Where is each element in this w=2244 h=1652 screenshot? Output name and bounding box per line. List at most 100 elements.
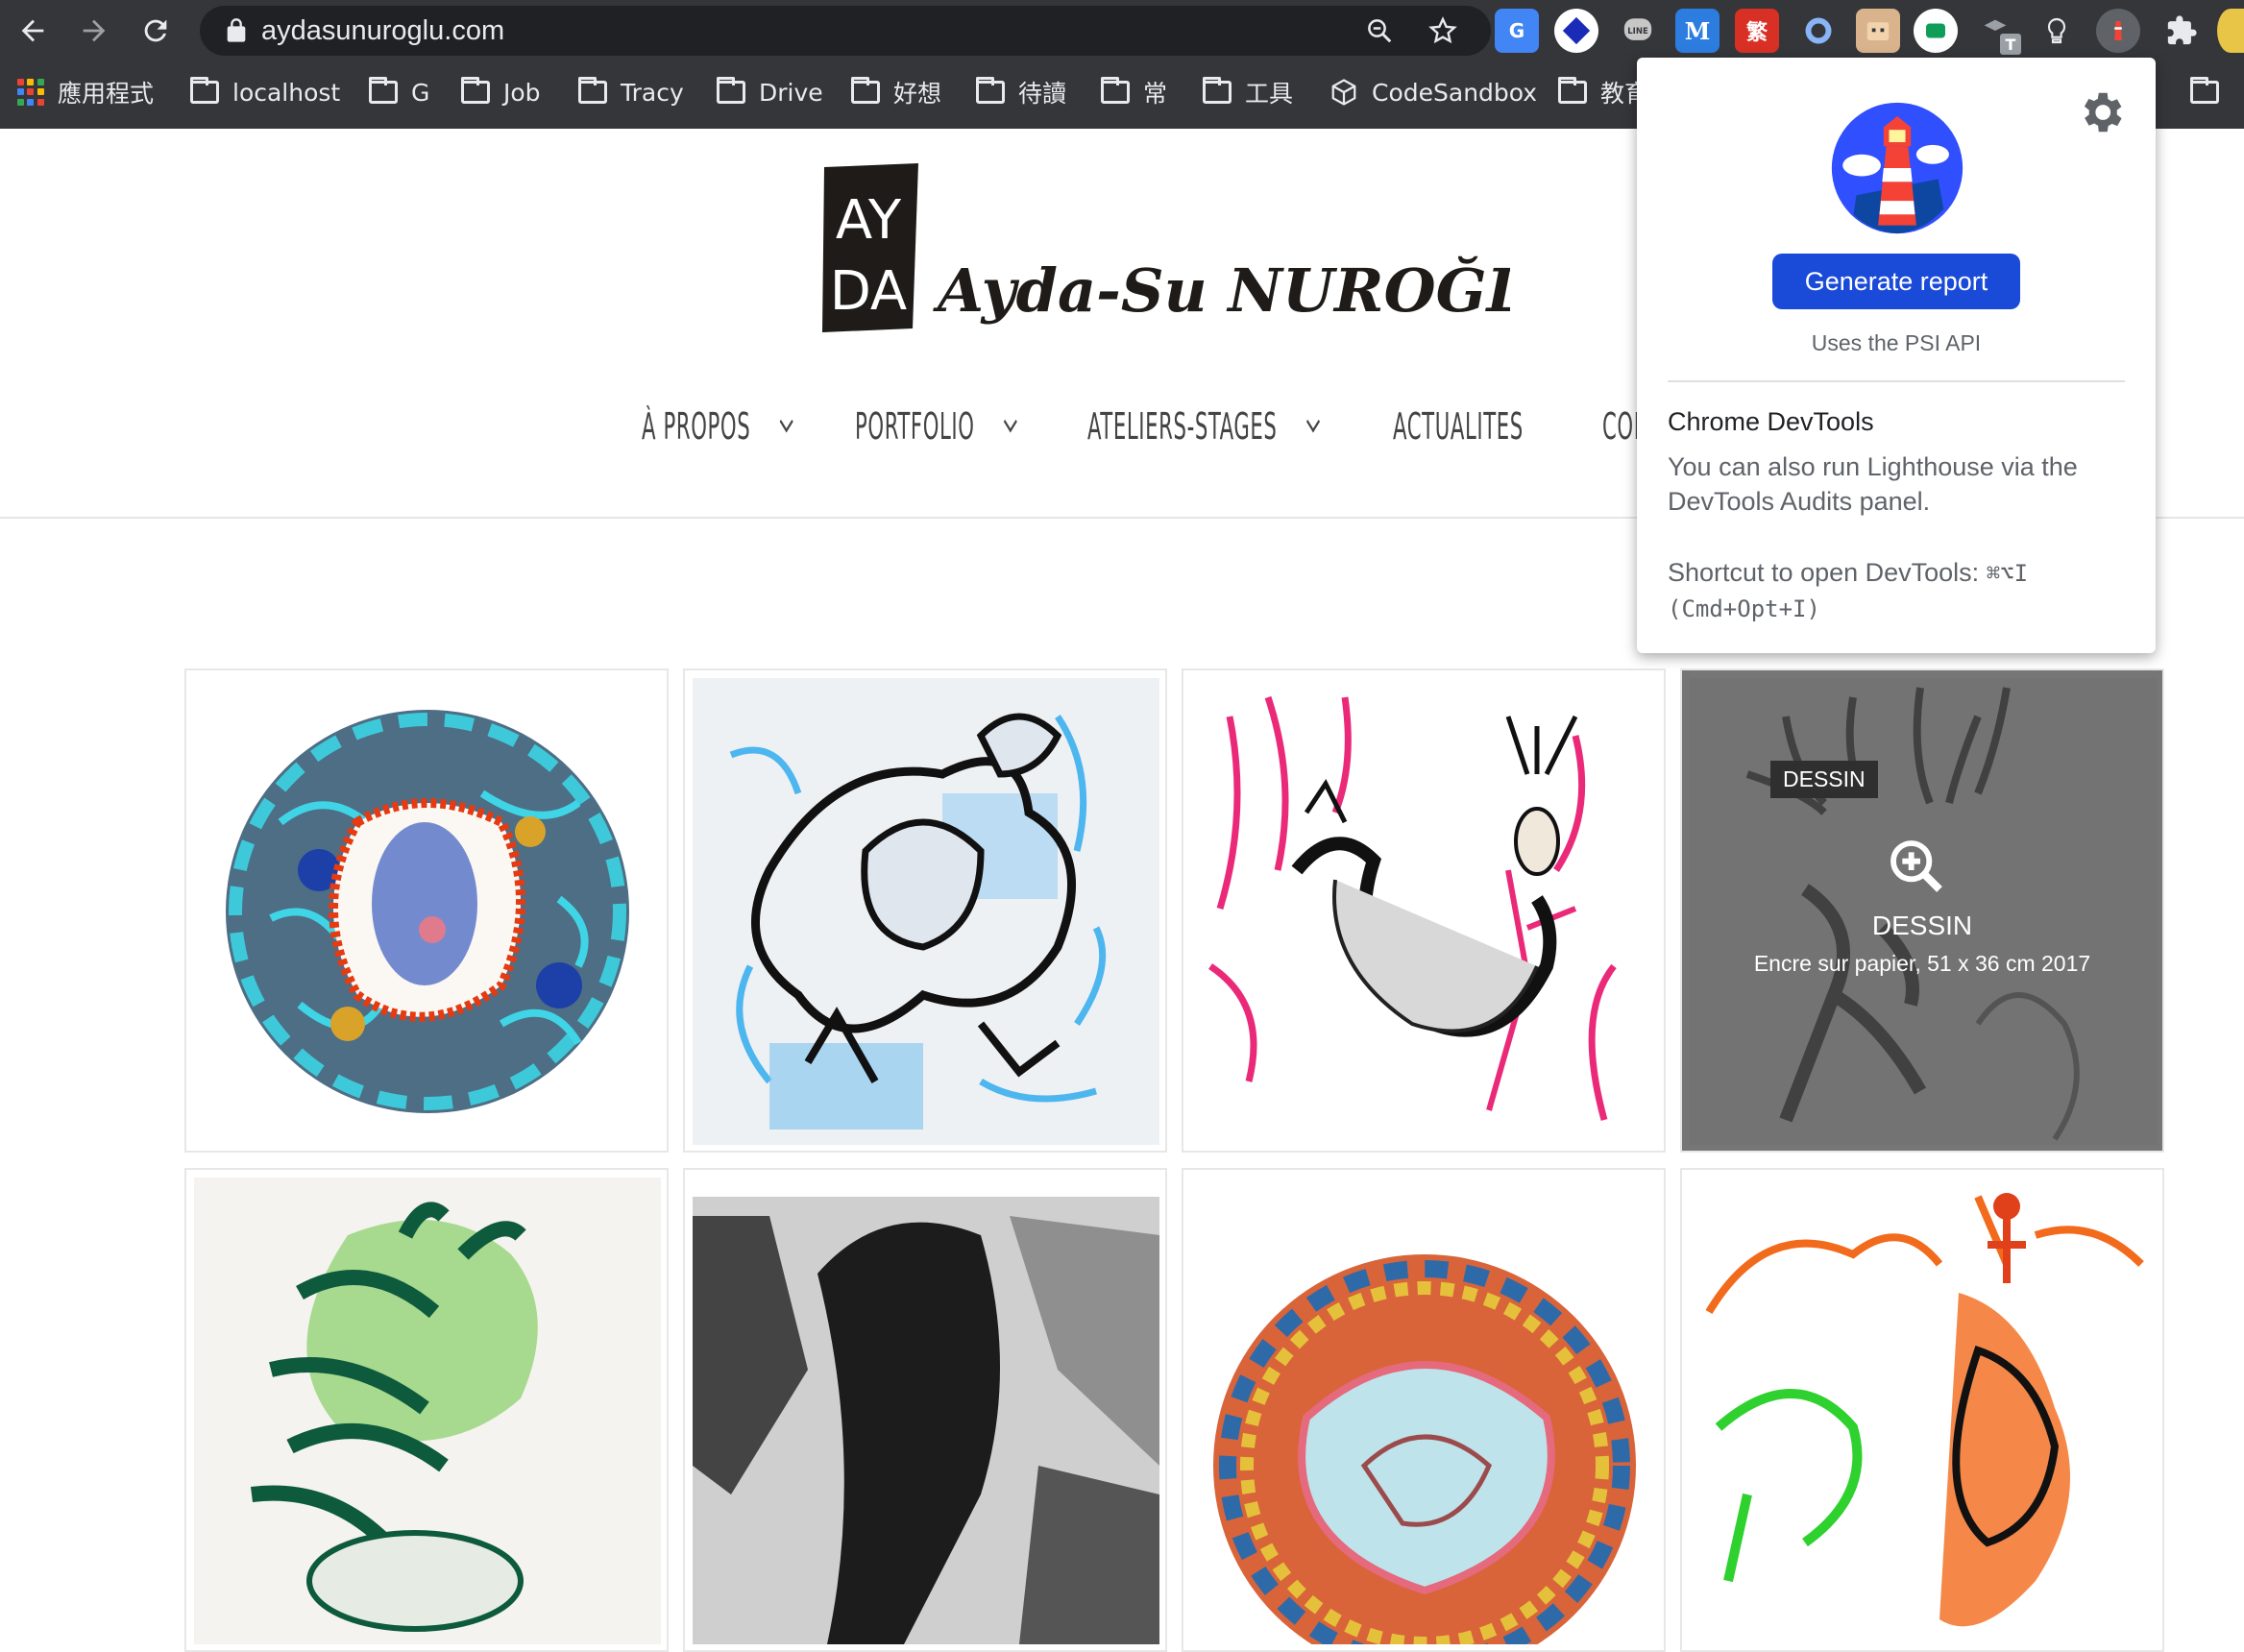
popup-divider [1668, 380, 2125, 382]
nav-label: À PROPOS [642, 405, 751, 448]
generate-report-button[interactable]: Generate report [1772, 254, 2020, 309]
bookmark-haoxiang[interactable]: 好想 [851, 73, 941, 111]
chevron-down-icon [1305, 410, 1320, 433]
folder-icon [461, 77, 490, 104]
portfolio-tile[interactable] [683, 1168, 1167, 1652]
chevron-down-icon [779, 410, 793, 433]
nav-portfolio[interactable]: PORTFOLIO [855, 405, 1017, 448]
back-icon[interactable] [6, 4, 60, 58]
bookmark-drive[interactable]: Drive [717, 73, 823, 111]
ext-fanti-icon[interactable]: 繁 [1735, 9, 1779, 53]
bookmark-codesandbox[interactable]: CodeSandbox [1329, 73, 1537, 111]
portfolio-tile[interactable] [184, 1168, 669, 1652]
bookmark-label: Drive [759, 78, 823, 107]
nav-label: ACTUALITES [1393, 405, 1524, 448]
bookmark-job[interactable]: Job [461, 73, 541, 111]
artwork-caption: Encre sur papier, 51 x 36 cm 2017 [1753, 951, 2091, 976]
bookmark-label: 常 [1143, 80, 1168, 108]
bookmark-label: G [411, 78, 430, 107]
artwork-image [693, 1178, 1159, 1644]
folder-icon [369, 77, 398, 104]
portfolio-tile[interactable] [683, 668, 1167, 1153]
bookmark-apps[interactable]: 應用程式 [17, 73, 154, 111]
settings-gear-icon[interactable] [2075, 86, 2127, 138]
portfolio-tile[interactable] [1182, 1168, 1666, 1652]
category-tag[interactable]: DESSIN [1770, 761, 1878, 798]
shortcut-keys: ⌘⌥I [1986, 560, 2029, 587]
artwork-image [194, 678, 661, 1145]
apps-grid-icon [17, 79, 44, 106]
chevron-down-icon [1003, 410, 1017, 433]
bookmark-label: CodeSandbox [1372, 78, 1538, 107]
site-logo[interactable]: AY DA Ayda-Su NUROĞLU [818, 161, 1581, 363]
devtools-heading: Chrome DevTools [1668, 407, 1874, 436]
folder-icon [190, 77, 219, 104]
artwork-image [1191, 1178, 1658, 1644]
bookmark-label: 應用程式 [58, 80, 155, 108]
folder-icon [1101, 77, 1130, 104]
ext-badge: T [2000, 34, 2021, 55]
portfolio-tile[interactable] [184, 668, 669, 1153]
bookmark-chang[interactable]: 常 [1101, 73, 1167, 111]
folder-icon [976, 77, 1005, 104]
zoom-out-icon[interactable] [1360, 12, 1399, 50]
psi-note: Uses the PSI API [1811, 330, 1982, 355]
bookmark-label: Tracy [621, 78, 684, 107]
google-translate-icon[interactable]: G [1495, 9, 1539, 53]
devtools-paragraph: You can also run Lighthouse via the DevT… [1668, 452, 2078, 516]
bookmark-localhost[interactable]: localhost [190, 73, 340, 111]
artwork-image [1191, 678, 1658, 1145]
bookmark-gongju[interactable]: 工具 [1203, 73, 1293, 111]
artwork-image [194, 1178, 661, 1644]
portfolio-tile-hovered[interactable]: DESSIN DESSIN Encre sur papier, 51 x 36 … [1680, 668, 2164, 1153]
reload-icon[interactable] [129, 4, 183, 58]
bookmark-tracy[interactable]: Tracy [578, 73, 684, 111]
portfolio-tile[interactable] [1680, 1168, 2164, 1652]
ext-bulb-icon[interactable] [2035, 9, 2079, 53]
bookmark-daidu[interactable]: 待讀 [976, 73, 1066, 111]
address-bar[interactable]: aydasunuroglu.com [200, 6, 1491, 56]
hover-overlay[interactable]: DESSIN DESSIN Encre sur papier, 51 x 36 … [1682, 670, 2162, 1151]
lock-icon[interactable] [223, 17, 250, 44]
ext-diamond-icon[interactable] [1554, 9, 1598, 53]
portfolio-tile[interactable] [1182, 668, 1666, 1153]
ext-ring-icon[interactable] [1796, 9, 1841, 53]
lighthouse-popup: Generate report Uses the PSI API Chrome … [1637, 58, 2156, 653]
folder-icon [2190, 77, 2219, 104]
bookmark-label: 好想 [893, 80, 942, 108]
lighthouse-ext-icon[interactable] [2096, 9, 2140, 53]
ext-green-icon[interactable] [1914, 9, 1958, 53]
profile-avatar[interactable] [2217, 9, 2244, 53]
folder-icon [578, 77, 607, 104]
extensions-bar: G LINE M 繁 T [1495, 0, 2244, 60]
bookmark-label: Job [503, 78, 541, 107]
bookmark-label: 待讀 [1018, 80, 1067, 108]
artwork-title: DESSIN [1871, 911, 1973, 940]
cube-icon [1331, 79, 1356, 106]
svg-text:AY: AY [836, 189, 902, 252]
nav-label: ATELIERS-STAGES [1087, 405, 1278, 448]
nav-actualites[interactable]: ACTUALITES [1393, 405, 1524, 448]
line-icon[interactable]: LINE [1616, 9, 1660, 53]
forward-icon[interactable] [67, 4, 121, 58]
nav-ateliers-stages[interactable]: ATELIERS-STAGES [1087, 405, 1320, 448]
svg-text:LINE: LINE [1627, 27, 1648, 36]
ext-t-icon[interactable]: T [1973, 9, 2021, 55]
ext-face-icon[interactable] [1856, 9, 1900, 53]
url-text[interactable]: aydasunuroglu.com [261, 15, 504, 47]
bookmark-jiaoyu[interactable]: 教育 [1558, 73, 1648, 111]
nav-a-propos[interactable]: À PROPOS [642, 405, 793, 448]
folder-icon [851, 77, 880, 104]
bookmark-star-icon[interactable] [1424, 12, 1462, 50]
svg-text:Ayda-Su NUROĞLU: Ayda-Su NUROĞLU [933, 255, 1510, 326]
folder-icon [717, 77, 745, 104]
bookmark-label: localhost [232, 78, 341, 107]
bookmark-label: 工具 [1245, 80, 1294, 108]
artwork-image [1690, 1178, 2157, 1644]
ext-m-icon[interactable]: M [1675, 9, 1720, 53]
extensions-puzzle-icon[interactable] [2159, 9, 2204, 53]
bookmark-g[interactable]: G [369, 73, 429, 111]
bookmark-overflow[interactable] [2190, 73, 2219, 111]
zoom-in-icon[interactable] [1886, 836, 1947, 897]
artwork-image [693, 678, 1159, 1145]
